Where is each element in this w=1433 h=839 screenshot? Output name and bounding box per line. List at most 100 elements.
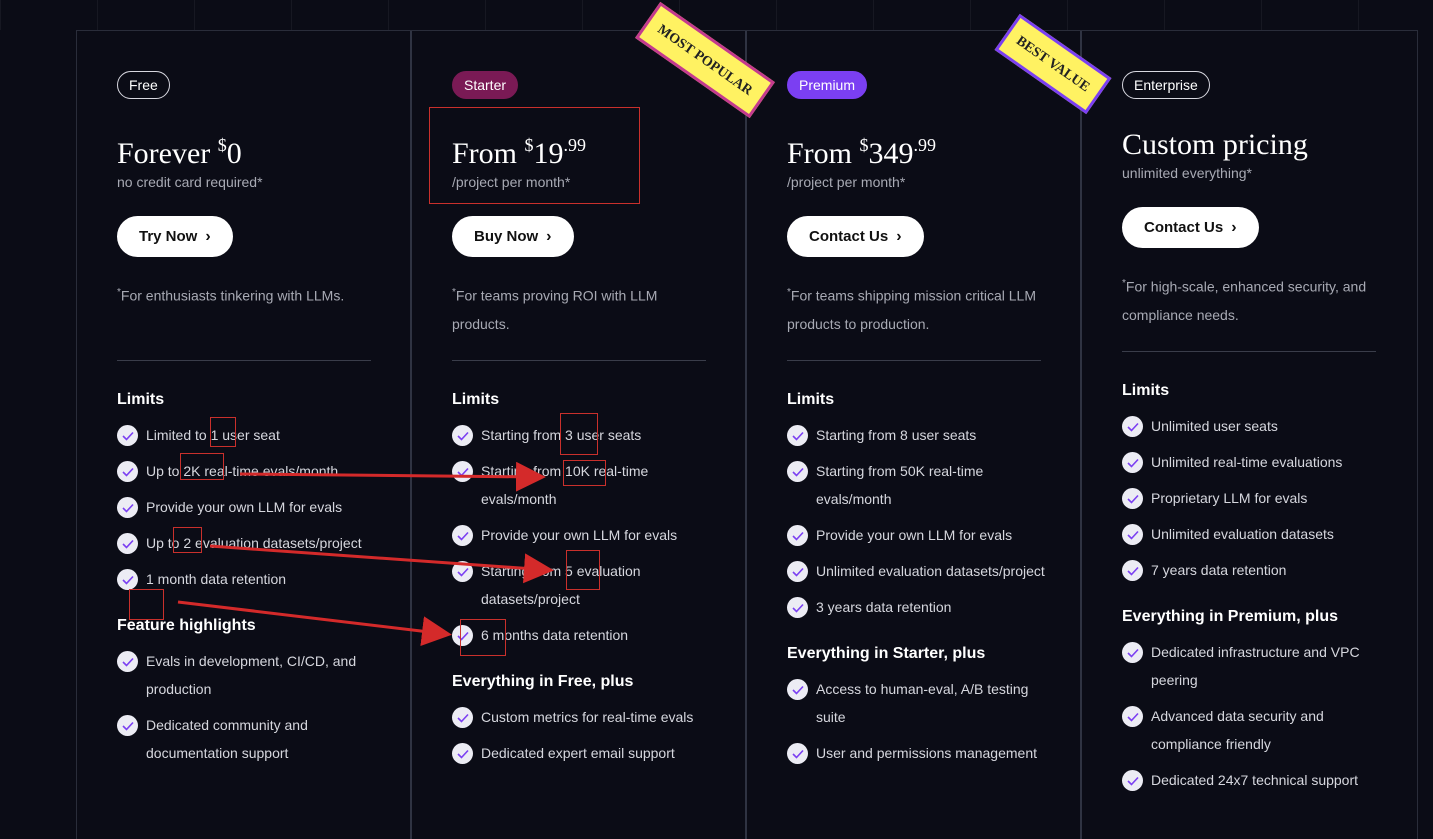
list-item-text: Access to human-eval, A/B testing suite [816,681,1029,725]
description-text: For teams shipping mission critical LLM … [787,287,1036,332]
list-item-text: Starting from 5 evaluation datasets/proj… [481,563,641,607]
list-item-text: Unlimited user seats [1151,418,1278,434]
limits-list: Limited to 1 user seat Up to 2K real-time… [117,421,375,593]
check-icon [452,743,473,764]
divider [452,360,706,361]
limits-list: Unlimited user seats Unlimited real-time … [1122,412,1382,584]
annotation-box [210,417,236,447]
list-item-text: Proprietary LLM for evals [1151,490,1308,506]
price-prefix: Forever [117,137,211,170]
list-item: Unlimited evaluation datasets/project [787,557,1045,585]
chevron-right-icon: › [205,227,211,245]
cta-label: Contact Us [809,228,889,245]
list-item-text: 3 years data retention [816,599,952,615]
contact-us-button[interactable]: Contact Us › [1122,207,1259,248]
list-item-text: Starting from 50K real-time evals/month [816,463,984,507]
check-icon [1122,770,1143,791]
list-item: User and permissions management [787,739,1045,767]
chevron-right-icon: › [546,227,552,245]
list-item: 3 years data retention [787,593,1045,621]
list-item: Up to 2K real-time evals/month [117,457,375,485]
list-item: Dedicated community and documentation su… [117,711,375,767]
price-amount: 0 [226,137,242,170]
list-item-text: User and permissions management [816,745,1037,761]
pricing-plans: Free Forever $0 no credit card required*… [76,30,1418,839]
try-now-button[interactable]: Try Now › [117,216,233,257]
list-item: 7 years data retention [1122,556,1382,584]
plan-badge: Premium [787,71,868,99]
price-amount: 349 [868,137,914,170]
list-item: Custom metrics for real-time evals [452,703,710,731]
list-item-text: Dedicated infrastructure and VPC peering [1151,644,1360,688]
plan-price: From $349.99 [787,127,1045,172]
features-title: Everything in Free, plus [452,673,634,690]
list-item-text: Provide your own LLM for evals [146,499,343,515]
limits-title: Limits [117,391,165,408]
list-item-text: Dedicated expert email support [481,745,675,761]
features-list: Custom metrics for real-time evals Dedica… [452,703,710,767]
plan-description: *For teams shipping mission critical LLM… [787,279,1045,343]
contact-us-button[interactable]: Contact Us › [787,216,924,257]
plan-description: *For teams proving ROI with LLM products… [452,279,710,343]
plan-badge: Starter [452,71,519,99]
list-item-text: Dedicated 24x7 technical support [1151,772,1359,788]
price-subtitle: /project per month* [787,174,906,190]
check-icon [117,425,138,446]
check-icon [1122,488,1143,509]
cta-label: Try Now [139,228,198,245]
description-text: For enthusiasts tinkering with LLMs. [120,287,345,304]
plan-price: Custom pricing [1122,127,1382,163]
list-item-text: Provide your own LLM for evals [816,527,1013,543]
list-item-text: Provide your own LLM for evals [481,527,678,543]
plan-card-premium: Premium From $349.99 /project per month*… [747,31,1082,839]
check-icon [452,425,473,446]
plan-badge: Free [117,71,170,99]
list-item: Limited to 1 user seat [117,421,375,449]
plan-description: *For high-scale, enhanced security, and … [1122,270,1382,334]
annotation-box [429,107,640,204]
background-grid [0,0,1433,30]
check-icon [787,561,808,582]
check-icon [787,461,808,482]
list-item: Provide your own LLM for evals [117,493,375,521]
limits-title: Limits [452,391,500,408]
limits-title: Limits [787,391,835,408]
currency-symbol: $ [859,135,869,155]
list-item: Dedicated 24x7 technical support [1122,766,1382,794]
features-list: Access to human-eval, A/B testing suite U… [787,675,1045,767]
list-item: Unlimited evaluation datasets [1122,520,1382,548]
list-item: Provide your own LLM for evals [452,521,710,549]
list-item: Access to human-eval, A/B testing suite [787,675,1045,731]
plan-card-enterprise: Enterprise Custom pricing unlimited ever… [1082,31,1417,839]
list-item: Unlimited real-time evaluations [1122,448,1382,476]
list-item-text: Dedicated community and documentation su… [146,717,308,761]
check-icon [787,597,808,618]
check-icon [117,497,138,518]
limits-list: Starting from 8 user seats Starting from … [787,421,1045,621]
check-icon [117,715,138,736]
annotation-box [180,453,224,480]
list-item-text: Unlimited real-time evaluations [1151,454,1343,470]
currency-symbol: $ [217,135,227,155]
list-item-text: Up to 2K real-time evals/month [146,463,339,479]
annotation-box [566,550,600,590]
buy-now-button[interactable]: Buy Now › [452,216,574,257]
check-icon [452,525,473,546]
check-icon [117,533,138,554]
description-text: For teams proving ROI with LLM products. [452,287,658,332]
price-prefix: From [787,137,853,170]
list-item-text: 1 month data retention [146,571,287,587]
annotation-box [129,589,164,620]
check-icon [787,425,808,446]
description-text: For high-scale, enhanced security, and c… [1122,278,1367,323]
plan-description: *For enthusiasts tinkering with LLMs. [117,279,375,343]
limits-list: Starting from 3 user seats Starting from … [452,421,710,649]
price-prefix: Custom pricing [1122,128,1308,161]
features-title: Everything in Starter, plus [787,645,986,662]
plan-card-free: Free Forever $0 no credit card required*… [77,31,412,839]
check-icon [1122,452,1143,473]
check-icon [452,461,473,482]
check-icon [1122,524,1143,545]
annotation-box [560,413,598,455]
list-item-text: Custom metrics for real-time evals [481,709,694,725]
